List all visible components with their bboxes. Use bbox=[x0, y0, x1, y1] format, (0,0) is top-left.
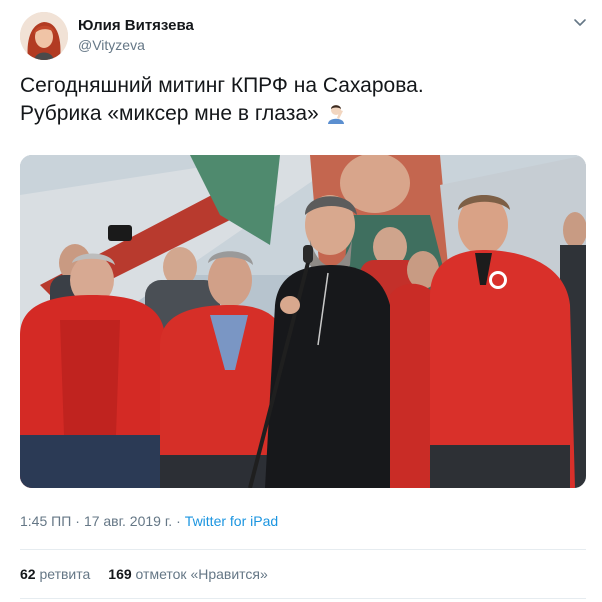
tweet-timestamp: 1:45 ПП · 17 авг. 2019 г. · Twitter for iPad bbox=[20, 513, 278, 529]
tweet-source-link[interactable]: Twitter for iPad bbox=[185, 513, 278, 529]
display-name[interactable]: Юлия Витязева bbox=[78, 16, 194, 36]
avatar-image bbox=[20, 12, 68, 60]
retweets-label: ретвита bbox=[39, 566, 91, 582]
meta-separator: · bbox=[75, 513, 80, 529]
tweet-header: Юлия Витязева @Vityzeva bbox=[20, 12, 590, 62]
chevron-down-icon[interactable] bbox=[570, 12, 590, 32]
tweet-card: Юлия Витязева @Vityzeva Сегодняшний мити… bbox=[0, 0, 602, 602]
tweet-stats: 62 ретвита 169 отметок «Нравится» bbox=[20, 566, 286, 582]
avatar[interactable] bbox=[20, 12, 68, 60]
tweet-text-line-1: Сегодняшний митинг КПРФ на Сахарова. bbox=[20, 74, 424, 97]
tweet-date[interactable]: 17 авг. 2019 г. bbox=[84, 513, 172, 529]
meta-separator-2: · bbox=[176, 513, 181, 529]
likes-stat[interactable]: 169 отметок «Нравится» bbox=[108, 566, 268, 582]
name-block: Юлия Витязева @Vityzeva bbox=[78, 16, 194, 54]
facepalm-icon bbox=[325, 102, 347, 124]
tweet-text-line-2: Рубрика «миксер мне в глаза» bbox=[20, 100, 580, 128]
tweet-text: Сегодняшний митинг КПРФ на Сахарова. Руб… bbox=[20, 72, 580, 128]
tweet-photo[interactable] bbox=[20, 155, 586, 488]
divider-bottom bbox=[20, 598, 586, 599]
user-handle[interactable]: @Vityzeva bbox=[78, 36, 194, 54]
likes-label: отметок «Нравится» bbox=[135, 566, 268, 582]
retweets-stat[interactable]: 62 ретвита bbox=[20, 566, 90, 582]
tweet-text-line-2-text: Рубрика «миксер мне в глаза» bbox=[20, 102, 319, 125]
retweets-count: 62 bbox=[20, 566, 36, 582]
divider-top bbox=[20, 549, 586, 550]
likes-count: 169 bbox=[108, 566, 132, 582]
rally-photo bbox=[20, 155, 586, 488]
tweet-time[interactable]: 1:45 ПП bbox=[20, 513, 71, 529]
